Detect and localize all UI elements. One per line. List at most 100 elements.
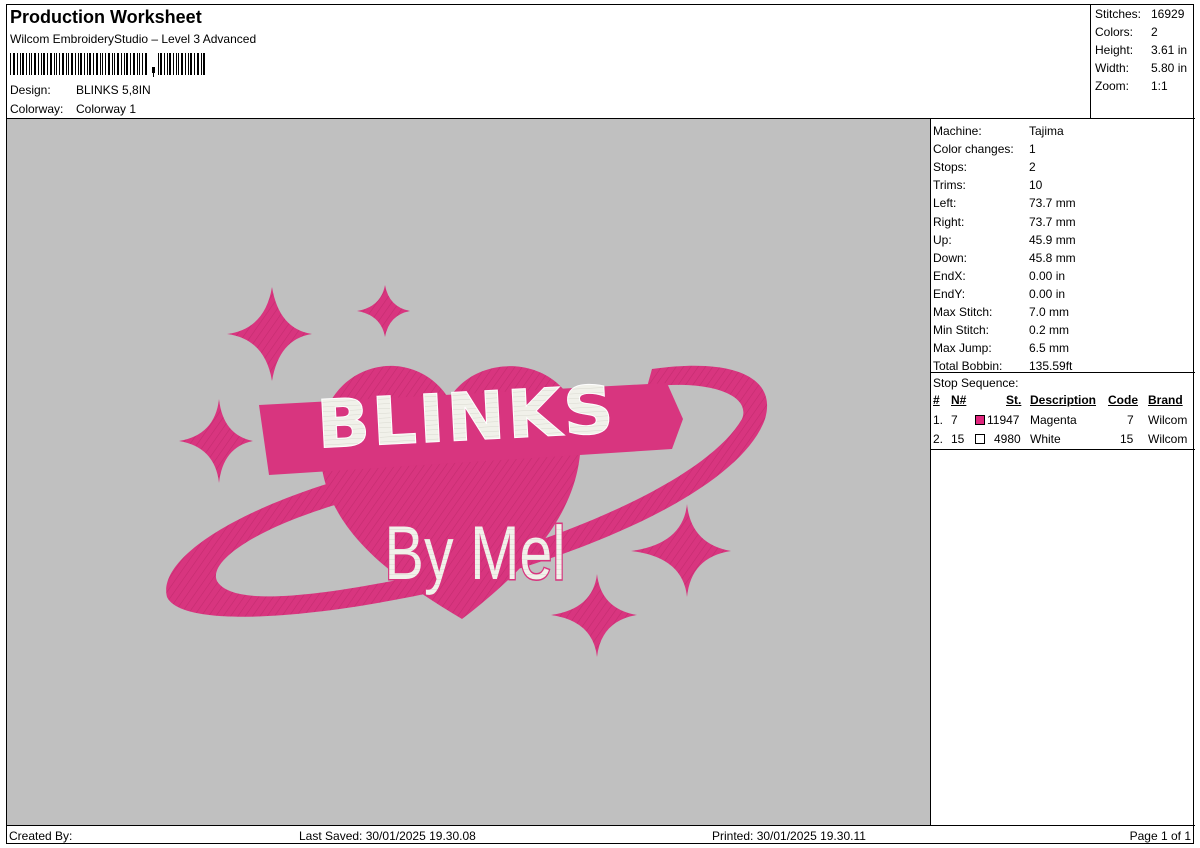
colorway-row: Colorway: Colorway 1 bbox=[10, 102, 136, 116]
machine-info-label: Up: bbox=[933, 232, 952, 247]
colorway-value: Colorway 1 bbox=[76, 102, 137, 116]
machine-info-value: 1 bbox=[1029, 142, 1036, 157]
sparkle-icon bbox=[227, 287, 312, 381]
machine-info-row: Left: 73.7 mm bbox=[933, 194, 1076, 212]
colors-row: Colors: 2 bbox=[1095, 25, 1158, 39]
machine-info-label: EndX: bbox=[933, 268, 966, 283]
machine-info-label: Trims: bbox=[933, 178, 966, 193]
footer-bar: Created By: Last Saved: 30/01/2025 19.30… bbox=[7, 825, 1195, 845]
stop-brand: Wilcom bbox=[1148, 432, 1188, 446]
barcode bbox=[10, 53, 205, 77]
header-panel: Production Worksheet Wilcom EmbroiderySt… bbox=[7, 5, 1091, 119]
machine-info-value: 45.9 mm bbox=[1029, 232, 1076, 247]
machine-info-value: 0.2 mm bbox=[1029, 323, 1070, 338]
machine-info-label: Color changes: bbox=[933, 142, 1014, 157]
machine-info-row: Max Stitch: 7.0 mm bbox=[933, 303, 1069, 321]
machine-info-value: 6.5 mm bbox=[1029, 341, 1070, 356]
design-value: BLINKS 5,8IN bbox=[76, 83, 151, 97]
stop-needle: 7 bbox=[951, 413, 958, 427]
design-label: Design: bbox=[10, 83, 51, 97]
blinks-word: BLINKS bbox=[315, 372, 618, 465]
machine-info-value: Tajima bbox=[1029, 124, 1064, 138]
by-mel-word: By Mel bbox=[384, 511, 565, 596]
machine-info-label: Stops: bbox=[933, 160, 968, 175]
colors-value: 2 bbox=[1151, 25, 1158, 39]
col-header-num: # bbox=[933, 393, 940, 407]
machine-info-label: Max Jump: bbox=[933, 341, 992, 356]
software-name: Wilcom EmbroideryStudio – Level 3 Advanc… bbox=[10, 32, 257, 46]
sparkle-icon bbox=[179, 399, 253, 483]
col-header-brand: Brand bbox=[1148, 393, 1183, 407]
stop-code: 15 bbox=[1120, 432, 1134, 446]
machine-info-label: Machine: bbox=[933, 124, 982, 138]
colors-label: Colors: bbox=[1095, 25, 1134, 39]
machine-info-value: 73.7 mm bbox=[1029, 214, 1076, 229]
machine-info-panel: Machine: Tajima Color changes: 1 Stops: 2 Trim… bbox=[931, 119, 1195, 825]
stop-num: 2. bbox=[933, 432, 944, 446]
blinks-text-banner: BLINKS bbox=[259, 371, 683, 475]
col-header-needle: N# bbox=[951, 393, 967, 407]
machine-info-row: Max Jump: 6.5 mm bbox=[933, 339, 1069, 357]
machine-info-label: Down: bbox=[933, 250, 968, 265]
machine-info-label: EndY: bbox=[933, 286, 966, 301]
machine-info-row: EndY: 0.00 in bbox=[933, 285, 1065, 303]
machine-info-row: Stops: 2 bbox=[933, 158, 1036, 176]
machine-info-value: 2 bbox=[1029, 160, 1036, 175]
col-header-code: Code bbox=[1108, 393, 1138, 407]
machine-info-row: Down: 45.8 mm bbox=[933, 249, 1076, 267]
height-value: 3.61 in bbox=[1151, 43, 1188, 57]
machine-info-label: Min Stitch: bbox=[933, 323, 990, 338]
printed-date: Printed: 30/01/2025 19.30.11 bbox=[712, 829, 866, 843]
stop-description: White bbox=[1030, 432, 1061, 446]
sparkle-icon bbox=[357, 285, 410, 337]
divider bbox=[931, 449, 1195, 450]
page-title: Production Worksheet bbox=[10, 7, 202, 27]
stop-brand: Wilcom bbox=[1148, 413, 1188, 427]
stop-stitches: 4980 bbox=[994, 432, 1021, 446]
stop-sequence-title: Stop Sequence: bbox=[933, 376, 1019, 390]
stop-description: Magenta bbox=[1030, 413, 1077, 427]
col-header-stitches: St. bbox=[1006, 393, 1022, 407]
worksheet-sheet: Production Worksheet Wilcom EmbroiderySt… bbox=[6, 4, 1195, 845]
machine-info-row: EndX: 0.00 in bbox=[933, 267, 1065, 285]
stop-num: 1. bbox=[933, 413, 944, 427]
machine-info-row: Trims: 10 bbox=[933, 176, 1042, 194]
summary-panel: Stitches: 16929 Colors: 2 Height: 3.61 in W… bbox=[1091, 5, 1195, 119]
machine-info-row: Min Stitch: 0.2 mm bbox=[933, 321, 1069, 339]
created-by: Created By: bbox=[9, 829, 73, 843]
design-row: Design: BLINKS 5,8IN bbox=[10, 83, 151, 97]
colorway-label: Colorway: bbox=[10, 102, 64, 116]
machine-info-value: 10 bbox=[1029, 178, 1043, 193]
machine-info-row: Machine: Tajima bbox=[933, 122, 1064, 140]
divider bbox=[931, 372, 1195, 373]
width-value: 5.80 in bbox=[1151, 61, 1188, 75]
last-saved: Last Saved: 30/01/2025 19.30.08 bbox=[299, 829, 476, 843]
machine-info-row: Right: 73.7 mm bbox=[933, 213, 1076, 231]
machine-info-label: Right: bbox=[933, 214, 965, 229]
machine-info-value: 0.00 in bbox=[1029, 268, 1066, 283]
machine-info-label: Max Stitch: bbox=[933, 305, 993, 319]
height-row: Height: 3.61 in bbox=[1095, 43, 1187, 57]
stop-needle: 15 bbox=[951, 432, 965, 446]
machine-info-label: Left: bbox=[933, 196, 957, 211]
stitches-value: 16929 bbox=[1151, 7, 1185, 21]
width-row: Width: 5.80 in bbox=[1095, 61, 1187, 75]
machine-info-value: 45.8 mm bbox=[1029, 250, 1076, 265]
embroidery-design: BLINKS By Mel bbox=[166, 285, 768, 657]
zoom-label: Zoom: bbox=[1095, 79, 1130, 93]
design-preview: BLINKS By Mel bbox=[7, 119, 931, 825]
stitches-label: Stitches: bbox=[1095, 7, 1142, 21]
stop-stitches: 11947 bbox=[987, 413, 1020, 427]
color-swatch bbox=[975, 434, 985, 444]
machine-info-value: 0.00 in bbox=[1029, 286, 1066, 301]
color-swatch bbox=[975, 415, 985, 425]
stitches-row: Stitches: 16929 bbox=[1095, 7, 1184, 21]
machine-info-value: 73.7 mm bbox=[1029, 196, 1076, 211]
page-number: Page 1 of 1 bbox=[1129, 829, 1191, 843]
machine-info-value: 7.0 mm bbox=[1029, 305, 1070, 319]
machine-info-row: Up: 45.9 mm bbox=[933, 231, 1076, 249]
stop-code: 7 bbox=[1127, 413, 1134, 427]
col-header-description: Description bbox=[1030, 393, 1097, 407]
width-label: Width: bbox=[1095, 61, 1130, 75]
zoom-value: 1:1 bbox=[1151, 79, 1168, 93]
